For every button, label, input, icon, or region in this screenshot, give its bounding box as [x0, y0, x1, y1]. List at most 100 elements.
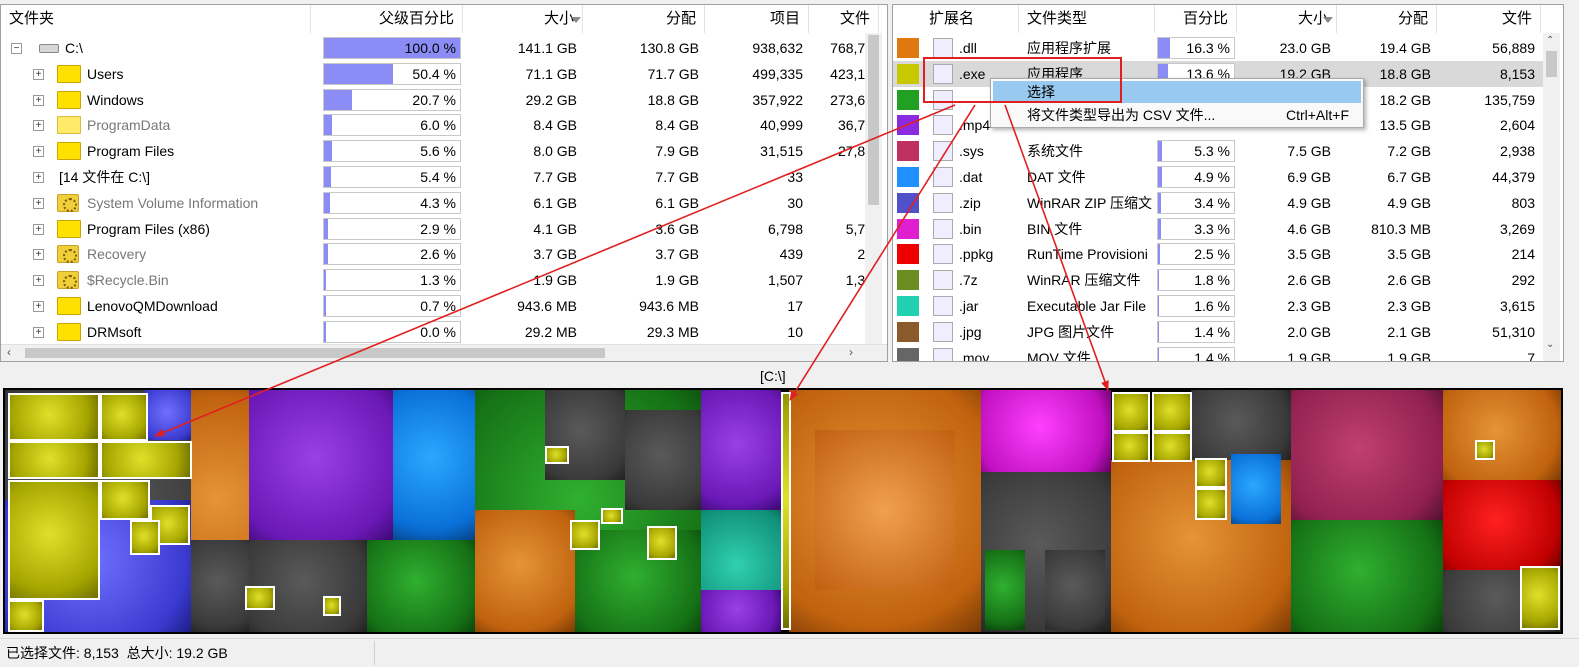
- treemap-exe-block[interactable]: [1152, 392, 1192, 432]
- extension-column-header[interactable]: 分配: [1337, 5, 1437, 33]
- folder-row[interactable]: − C:\ 100.0 % 141.1 GB 130.8 GB 938,632 768,78: [1, 35, 887, 61]
- extension-row[interactable]: .zip WinRAR ZIP 压缩文 3.4 % 4.9 GB 4.9 GB 803: [893, 190, 1543, 216]
- extension-row[interactable]: .mov MOV 文件 1.4 % 1.9 GB 1.9 GB 7: [893, 345, 1543, 361]
- treemap-exe-block[interactable]: [8, 393, 100, 441]
- folder-row[interactable]: + Users 50.4 % 71.1 GB 71.7 GB 499,335 423,13: [1, 61, 887, 87]
- treemap-exe-block[interactable]: [8, 480, 100, 600]
- left-horizontal-scroll-thumb[interactable]: [25, 348, 605, 358]
- expand-icon[interactable]: +: [33, 223, 44, 235]
- treemap-block[interactable]: [1045, 550, 1105, 630]
- extension-row[interactable]: .jar Executable Jar File 1.6 % 2.3 GB 2.3 GB…: [893, 293, 1543, 319]
- left-horizontal-scrollbar[interactable]: ‹ ›: [1, 344, 887, 361]
- folder-column-header[interactable]: 大小: [463, 5, 583, 33]
- treemap-block[interactable]: [1191, 390, 1291, 460]
- treemap-block[interactable]: [393, 390, 477, 540]
- expand-icon[interactable]: +: [33, 146, 44, 158]
- collapse-icon[interactable]: −: [11, 43, 22, 54]
- folder-column-header[interactable]: 项目: [705, 5, 809, 33]
- right-vertical-scroll-thumb[interactable]: [1546, 51, 1557, 77]
- left-vertical-scrollbar[interactable]: [865, 33, 882, 345]
- treemap-block[interactable]: [625, 410, 705, 510]
- right-vertical-scrollbar[interactable]: ⌃ ⌄: [1543, 33, 1560, 361]
- treemap-exe-block[interactable]: [601, 508, 623, 524]
- expand-icon[interactable]: +: [33, 68, 44, 80]
- folder-row[interactable]: +[14 文件在 C:\]5.4 %7.7 GB7.7 GB331: [1, 164, 887, 190]
- folder-row[interactable]: + ProgramData 6.0 % 8.4 GB 8.4 GB 40,999 36,76: [1, 112, 887, 138]
- treemap-block[interactable]: [981, 390, 1111, 472]
- treemap-exe-block[interactable]: [1475, 440, 1495, 460]
- treemap-exe-block[interactable]: [1520, 566, 1560, 630]
- treemap-block[interactable]: [545, 390, 625, 480]
- treemap-exe-block[interactable]: [1152, 432, 1192, 462]
- treemap[interactable]: [3, 388, 1563, 634]
- folder-column-header[interactable]: 父级百分比: [311, 5, 463, 33]
- extension-row[interactable]: .ppkg RunTime Provisioni 2.5 % 3.5 GB 3.5 GB…: [893, 241, 1543, 267]
- treemap-exe-block[interactable]: [323, 596, 341, 616]
- expand-icon[interactable]: +: [33, 301, 44, 312]
- extension-column-header[interactable]: 文件类型: [1019, 5, 1155, 33]
- treemap-exe-block[interactable]: [100, 441, 192, 479]
- folder-row[interactable]: + Program Files 5.6 % 8.0 GB 7.9 GB 31,515 27,…: [1, 138, 887, 164]
- treemap-exe-block[interactable]: [100, 480, 150, 520]
- folder-row[interactable]: + $Recycle.Bin 1.3 % 1.9 GB 1.9 GB 1,507 1,31: [1, 267, 887, 293]
- treemap-block[interactable]: [815, 430, 955, 590]
- treemap-exe-block[interactable]: [1112, 432, 1150, 462]
- treemap-exe-block[interactable]: [781, 392, 791, 630]
- folder-column-header[interactable]: 文件夹: [1, 5, 311, 33]
- folder-row[interactable]: +DRMsoft0.0 %29.2 MB29.3 MB101: [1, 319, 887, 345]
- treemap-exe-block[interactable]: [570, 520, 600, 550]
- extension-row[interactable]: .dll 应用程序扩展 16.3 % 23.0 GB 19.4 GB 56,889: [893, 35, 1543, 61]
- extension-row[interactable]: .7z WinRAR 压缩文件 1.8 % 2.6 GB 2.6 GB 292: [893, 267, 1543, 293]
- extension-list-pane[interactable]: 扩展名 文件类型 百分比 大小 分配 文件 .dll 应用程序扩展 16.3 % 23.0 GB…: [892, 4, 1564, 362]
- treemap-block[interactable]: [249, 390, 395, 540]
- left-vertical-scroll-thumb[interactable]: [868, 35, 879, 205]
- treemap-block[interactable]: [701, 590, 781, 632]
- folder-row[interactable]: + LenovoQMDownload 0.7 % 943.6 MB 943.6 MB 17…: [1, 293, 887, 319]
- scroll-down-arrow-icon[interactable]: ⌄: [1546, 339, 1554, 350]
- extension-column-header[interactable]: 大小: [1237, 5, 1337, 33]
- treemap-exe-block[interactable]: [1112, 392, 1150, 432]
- expand-icon[interactable]: +: [33, 275, 44, 287]
- treemap-exe-block[interactable]: [245, 586, 275, 610]
- treemap-block[interactable]: [1443, 480, 1561, 570]
- extension-row[interactable]: .dat DAT 文件 4.9 % 6.9 GB 6.7 GB 44,379: [893, 164, 1543, 190]
- extension-column-header[interactable]: 扩展名: [893, 5, 1019, 33]
- treemap-block[interactable]: [191, 540, 251, 632]
- extension-row[interactable]: .jpg JPG 图片文件 1.4 % 2.0 GB 2.1 GB 51,310: [893, 319, 1543, 345]
- treemap-block[interactable]: [1443, 390, 1561, 480]
- folder-column-header[interactable]: 分配: [583, 5, 705, 33]
- treemap-exe-block[interactable]: [8, 600, 44, 632]
- expand-icon[interactable]: +: [33, 249, 44, 261]
- scroll-right-arrow-icon[interactable]: ›: [849, 345, 853, 359]
- expand-icon[interactable]: +: [33, 197, 44, 209]
- treemap-exe-block[interactable]: [1195, 458, 1227, 488]
- expand-icon[interactable]: +: [33, 94, 44, 106]
- expand-icon[interactable]: +: [33, 172, 44, 183]
- treemap-exe-block[interactable]: [647, 526, 677, 560]
- treemap-block[interactable]: [1291, 520, 1443, 632]
- treemap-block[interactable]: [367, 540, 477, 632]
- extension-column-header[interactable]: 文件: [1437, 5, 1541, 33]
- treemap-block[interactable]: [1291, 390, 1443, 520]
- treemap-exe-block[interactable]: [545, 446, 569, 464]
- treemap-exe-block[interactable]: [130, 520, 160, 555]
- extension-row[interactable]: .sys 系统文件 5.3 % 7.5 GB 7.2 GB 2,938: [893, 138, 1543, 164]
- menu-item-export-csv[interactable]: 将文件类型导出为 CSV 文件... Ctrl+Alt+F: [993, 104, 1361, 126]
- treemap-block[interactable]: [985, 550, 1025, 630]
- scroll-left-arrow-icon[interactable]: ‹: [7, 345, 11, 359]
- extension-row[interactable]: .bin BIN 文件 3.3 % 4.6 GB 810.3 MB 3,269: [893, 216, 1543, 242]
- folder-row[interactable]: + Windows 20.7 % 29.2 GB 18.8 GB 357,922 273,6…: [1, 87, 887, 113]
- scroll-up-arrow-icon[interactable]: ⌃: [1546, 35, 1554, 46]
- folder-column-header[interactable]: 文件: [809, 5, 879, 33]
- treemap-block[interactable]: [701, 390, 781, 510]
- folder-row[interactable]: + System Volume Information 4.3 % 6.1 GB 6.1…: [1, 190, 887, 216]
- treemap-block[interactable]: [475, 510, 575, 632]
- treemap-block[interactable]: [145, 390, 193, 440]
- treemap-exe-block[interactable]: [100, 393, 148, 441]
- expand-icon[interactable]: +: [33, 120, 44, 132]
- folder-tree-pane[interactable]: 文件夹 父级百分比 大小 分配 项目 文件 − C:\ 100.0 % 141.1 GB 130.…: [0, 4, 888, 362]
- extension-column-header[interactable]: 百分比: [1155, 5, 1237, 33]
- folder-row[interactable]: +Recovery2.6 %3.7 GB3.7 GB43929: [1, 241, 887, 267]
- treemap-exe-block[interactable]: [8, 441, 100, 479]
- expand-icon[interactable]: +: [33, 326, 44, 338]
